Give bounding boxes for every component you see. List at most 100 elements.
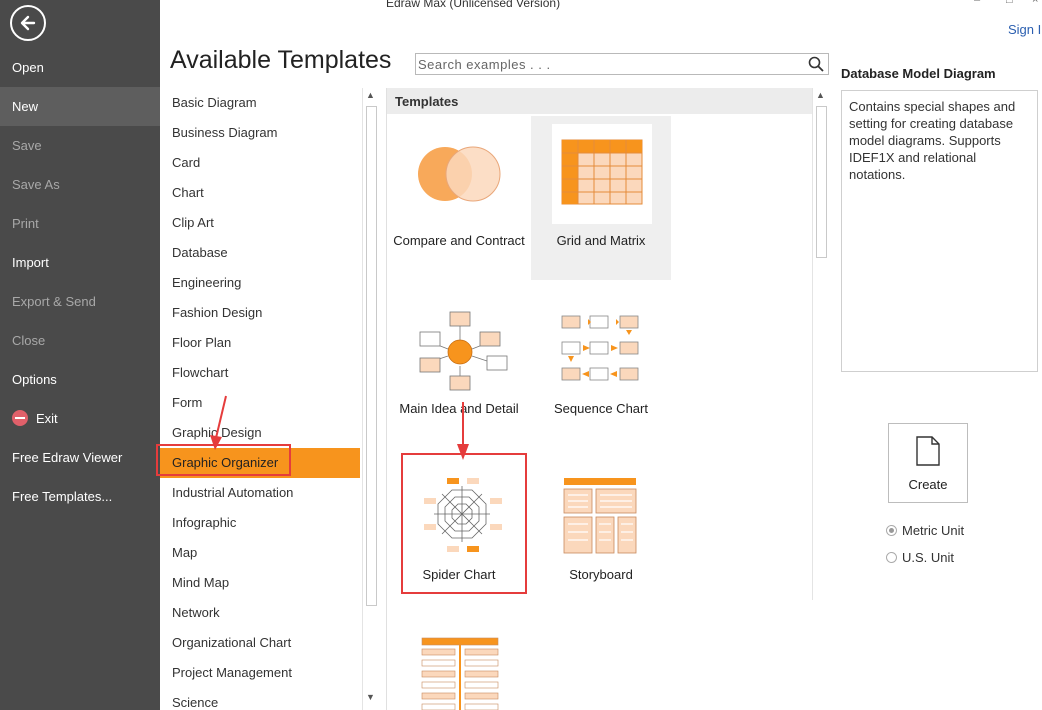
menu-label: Import <box>12 255 49 270</box>
category-label: Fashion Design <box>172 305 263 320</box>
metric-unit-label: Metric Unit <box>902 523 965 538</box>
radio-icon[interactable] <box>886 552 897 563</box>
minimize-icon[interactable]: – <box>974 0 980 6</box>
scroll-down-icon[interactable]: ▼ <box>366 692 375 702</box>
menu-label: Print <box>12 216 39 231</box>
menu-close[interactable]: Close <box>0 321 160 360</box>
category-label: Map <box>172 545 198 560</box>
menu-exit[interactable]: Exit <box>0 399 160 438</box>
template-main-idea-and-detail[interactable]: Main Idea and Detail <box>389 288 529 448</box>
category-item[interactable]: Infographic <box>160 508 360 538</box>
template-compare-and-contract[interactable]: Compare and Contract <box>389 116 529 276</box>
us-unit-option[interactable]: U.S. Unit <box>886 550 954 565</box>
category-label: Basic Diagram <box>172 95 257 110</box>
menu-free-templates[interactable]: Free Templates... <box>0 477 160 516</box>
create-label: Create <box>908 477 948 492</box>
menu-label: Free Edraw Viewer <box>12 450 123 465</box>
category-item[interactable]: Organizational Chart <box>160 628 360 658</box>
category-item[interactable]: Business Diagram <box>160 118 360 148</box>
template-label: Compare and Contract <box>393 233 525 248</box>
template-grid-and-matrix[interactable]: Grid and Matrix <box>531 116 671 280</box>
scroll-up-icon[interactable]: ▲ <box>816 90 825 100</box>
menu-label: Free Templates... <box>12 489 113 504</box>
menu-free-edraw-viewer[interactable]: Free Edraw Viewer <box>0 438 160 477</box>
storyboard-icon <box>552 462 652 562</box>
menu-print[interactable]: Print <box>0 204 160 243</box>
category-item[interactable]: Map <box>160 538 360 568</box>
scroll-thumb[interactable] <box>366 106 377 606</box>
category-label: Infographic <box>172 515 237 530</box>
menu-import[interactable]: Import <box>0 243 160 282</box>
scroll-up-icon[interactable]: ▲ <box>366 90 375 100</box>
graphic-organizer-highlight <box>156 444 291 476</box>
new-document-icon <box>916 436 940 466</box>
menu-new[interactable]: New <box>0 87 160 126</box>
category-item[interactable]: Science <box>160 688 360 710</box>
menu-label: Exit <box>36 411 58 426</box>
category-item[interactable]: Fashion Design <box>160 298 360 328</box>
exit-icon <box>12 410 28 426</box>
templates-scrollbar[interactable]: ▲ <box>812 88 829 600</box>
category-label: Engineering <box>172 275 242 290</box>
category-item[interactable]: Industrial Automation <box>160 478 360 508</box>
category-scrollbar[interactable]: ▲ ▼ <box>362 88 379 710</box>
template-fishbone[interactable] <box>389 622 529 710</box>
category-item[interactable]: Database <box>160 238 360 268</box>
menu-save-as[interactable]: Save As <box>0 165 160 204</box>
menu-label: Options <box>12 372 57 387</box>
category-label: Flowchart <box>172 365 229 380</box>
main-idea-icon <box>410 296 510 396</box>
category-item[interactable]: Network <box>160 598 360 628</box>
template-detail-title: Database Model Diagram <box>841 66 996 81</box>
category-item[interactable]: Engineering <box>160 268 360 298</box>
create-button[interactable]: Create <box>888 423 968 503</box>
template-sequence-chart[interactable]: Sequence Chart <box>531 288 671 448</box>
menu-options[interactable]: Options <box>0 360 160 399</box>
category-label: Industrial Automation <box>172 485 294 500</box>
search-icon[interactable] <box>808 56 824 72</box>
category-label: Science <box>172 695 219 710</box>
category-list: Basic Diagram Business Diagram Card Char… <box>160 88 362 710</box>
category-item[interactable]: Floor Plan <box>160 328 360 358</box>
radio-selected-icon[interactable] <box>886 525 897 536</box>
category-item[interactable]: Clip Art <box>160 208 360 238</box>
category-item[interactable]: Card <box>160 148 360 178</box>
back-arrow-icon[interactable] <box>10 5 46 41</box>
category-label: Clip Art <box>172 215 214 230</box>
category-item[interactable]: Chart <box>160 178 360 208</box>
menu-open[interactable]: Open <box>0 48 160 87</box>
menu-export-send[interactable]: Export & Send <box>0 282 160 321</box>
edraw-new-document-screen: Open New Save Save As Print Import Expor… <box>0 0 1042 710</box>
template-label: Sequence Chart <box>554 401 648 416</box>
category-item[interactable]: Project Management <box>160 658 360 688</box>
menu-label: Export & Send <box>12 294 96 309</box>
category-item[interactable]: Mind Map <box>160 568 360 598</box>
search-input[interactable] <box>418 55 802 73</box>
menu-label: Save <box>12 138 42 153</box>
window-title: Edraw Max (Unlicensed Version) <box>386 0 561 10</box>
menu-label: Close <box>12 333 46 348</box>
grid-matrix-icon <box>552 124 652 224</box>
category-item[interactable]: Form <box>160 388 360 418</box>
category-label: Organizational Chart <box>172 635 292 650</box>
search-box <box>415 53 829 75</box>
category-item[interactable]: Basic Diagram <box>160 88 360 118</box>
maximize-icon[interactable]: □ <box>1006 0 1013 6</box>
category-label: Business Diagram <box>172 125 278 140</box>
template-description: Contains special shapes and setting for … <box>841 90 1038 372</box>
scroll-thumb[interactable] <box>816 106 827 258</box>
template-label: Main Idea and Detail <box>399 401 519 416</box>
category-item[interactable]: Flowchart <box>160 358 360 388</box>
template-storyboard[interactable]: Storyboard <box>531 454 671 614</box>
fishbone-icon <box>410 630 510 710</box>
us-unit-label: U.S. Unit <box>902 550 955 565</box>
templates-panel: Templates Compare and Contract Grid and … <box>386 88 813 710</box>
category-label: Network <box>172 605 220 620</box>
metric-unit-option[interactable]: Metric Unit <box>886 523 964 538</box>
window-controls: – □ × <box>952 0 1042 6</box>
page-title: Available Templates <box>170 46 392 74</box>
category-label: Form <box>172 395 203 410</box>
sign-in-link[interactable]: Sign I <box>1008 22 1041 37</box>
menu-save[interactable]: Save <box>0 126 160 165</box>
close-icon[interactable]: × <box>1032 0 1038 6</box>
